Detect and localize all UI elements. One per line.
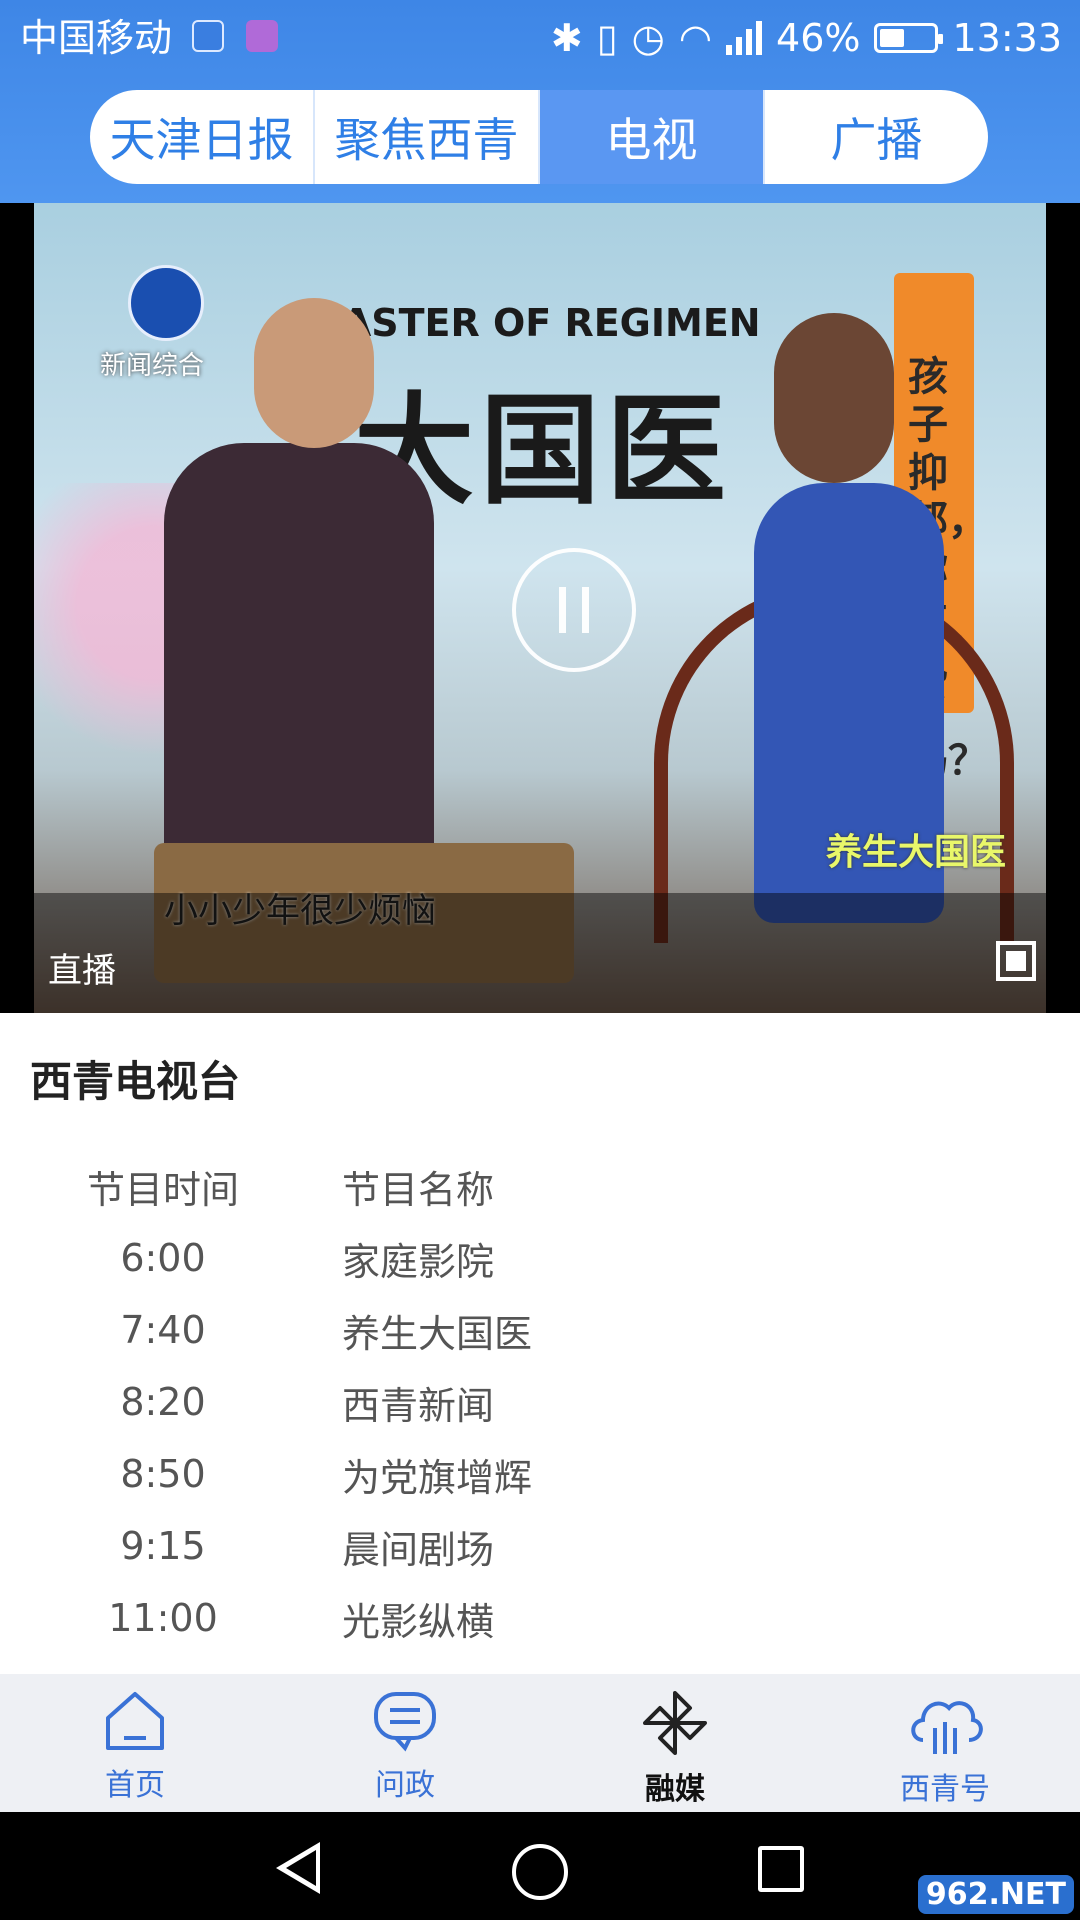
host-man xyxy=(164,443,434,873)
pause-icon-bar xyxy=(582,587,589,633)
schedule-row: 11:00 光影纵横 xyxy=(0,1582,1080,1654)
schedule-row: 7:40 养生大国医 xyxy=(0,1294,1080,1366)
schedule-header: 节目时间 节目名称 xyxy=(0,1150,1080,1222)
carrier-name: 中国移动 xyxy=(20,16,173,60)
nav-home[interactable]: 首页 xyxy=(0,1674,270,1812)
video-frame: 新闻综合 MASTER OF REGIMEN 大国医 孩子抑郁，你发现了吗？ 小… xyxy=(34,203,1046,1013)
cloud-icon xyxy=(911,1701,983,1754)
gallery-notification-icon xyxy=(246,20,278,52)
site-watermark: 962.NET xyxy=(917,1875,1074,1914)
program-time: 11:00 xyxy=(108,1596,218,1640)
battery-icon xyxy=(874,23,944,53)
bottom-navigation: 首页 问政 融媒 西青号 xyxy=(0,1674,1080,1812)
pause-icon xyxy=(559,587,566,633)
program-name: 为党旗增辉 xyxy=(342,1455,533,1500)
system-navigation-bar: 962.NET xyxy=(0,1812,1080,1920)
home-circle-icon[interactable] xyxy=(512,1844,568,1900)
program-schedule: 节目时间 节目名称 6:00 家庭影院 7:40 养生大国医 8:20 西青新闻… xyxy=(0,1150,1080,1654)
show-corner-logo: 养生大国医 xyxy=(825,832,1006,873)
bluetooth-icon: ✱ xyxy=(550,16,583,60)
schedule-row: 8:50 为党旗增辉 xyxy=(0,1438,1080,1510)
battery-percent: 46% xyxy=(776,16,861,60)
program-time: 7:40 xyxy=(120,1308,206,1352)
schedule-row: 9:15 晨间剧场 xyxy=(0,1510,1080,1582)
program-time: 9:15 xyxy=(120,1524,206,1568)
program-name: 晨间剧场 xyxy=(342,1527,495,1572)
vibrate-icon: ▯ xyxy=(596,16,618,60)
back-icon[interactable] xyxy=(276,1842,320,1894)
schedule-header-name: 节目名称 xyxy=(342,1167,495,1212)
tab-focus-xiqing[interactable]: 聚焦西青 xyxy=(315,90,540,184)
header: 中国移动 ✱ ▯ ◷ ◠ 46% 13:33 天津日报 聚焦西青 电视 广播 xyxy=(0,0,1080,203)
nav-media-label: 融媒 xyxy=(645,1772,705,1807)
program-time: 8:20 xyxy=(120,1380,206,1424)
status-bar: 中国移动 ✱ ▯ ◷ ◠ 46% 13:33 xyxy=(0,0,1080,76)
shield-notification-icon xyxy=(192,20,224,52)
nav-xiqing-account-label: 西青号 xyxy=(900,1772,990,1807)
nav-inquiry[interactable]: 问政 xyxy=(270,1674,540,1812)
tab-tv[interactable]: 电视 xyxy=(540,90,765,184)
program-time: 6:00 xyxy=(120,1236,206,1280)
nav-xiqing-account[interactable]: 西青号 xyxy=(810,1674,1080,1812)
program-name: 家庭影院 xyxy=(342,1239,495,1284)
tab-tianjin-daily[interactable]: 天津日报 xyxy=(90,90,315,184)
program-name: 西青新闻 xyxy=(342,1383,495,1428)
nav-media[interactable]: 融媒 xyxy=(540,1674,810,1812)
schedule-header-time: 节目时间 xyxy=(86,1167,239,1212)
schedule-row: 6:00 家庭影院 xyxy=(0,1222,1080,1294)
channel-logo-text: 新闻综合 xyxy=(100,351,205,381)
live-label: 直播 xyxy=(48,951,116,991)
show-title-english: MASTER OF REGIMEN xyxy=(304,301,761,345)
player-control-bar: 直播 xyxy=(34,893,1046,1013)
nav-home-label: 首页 xyxy=(105,1768,165,1803)
nav-inquiry-label: 问政 xyxy=(375,1768,435,1803)
host-woman-head xyxy=(774,313,894,483)
tab-radio[interactable]: 广播 xyxy=(765,90,988,184)
recent-apps-icon[interactable] xyxy=(758,1846,804,1892)
program-name: 光影纵横 xyxy=(342,1599,495,1644)
host-man-head xyxy=(254,298,374,448)
status-icons: ✱ ▯ ◷ ◠ 46% 13:33 xyxy=(551,12,1062,64)
home-icon xyxy=(106,1692,164,1750)
channel-logo xyxy=(128,265,204,341)
pinwheel-icon xyxy=(643,1691,707,1755)
video-player[interactable]: 新闻综合 MASTER OF REGIMEN 大国医 孩子抑郁，你发现了吗？ 小… xyxy=(0,203,1080,1013)
schedule-row: 8:20 西青新闻 xyxy=(0,1366,1080,1438)
program-time: 8:50 xyxy=(120,1452,206,1496)
channel-title: 西青电视台 xyxy=(30,1057,241,1106)
channel-tabs: 天津日报 聚焦西青 电视 广播 xyxy=(90,90,988,184)
signal-icon xyxy=(726,21,763,55)
fullscreen-icon[interactable] xyxy=(996,941,1036,981)
clock: 13:33 xyxy=(952,16,1062,60)
chat-bubble-icon xyxy=(374,1692,436,1752)
alarm-icon: ◷ xyxy=(631,16,665,60)
wifi-icon: ◠ xyxy=(678,16,713,60)
program-name: 养生大国医 xyxy=(342,1311,533,1356)
pause-button[interactable] xyxy=(512,548,636,672)
